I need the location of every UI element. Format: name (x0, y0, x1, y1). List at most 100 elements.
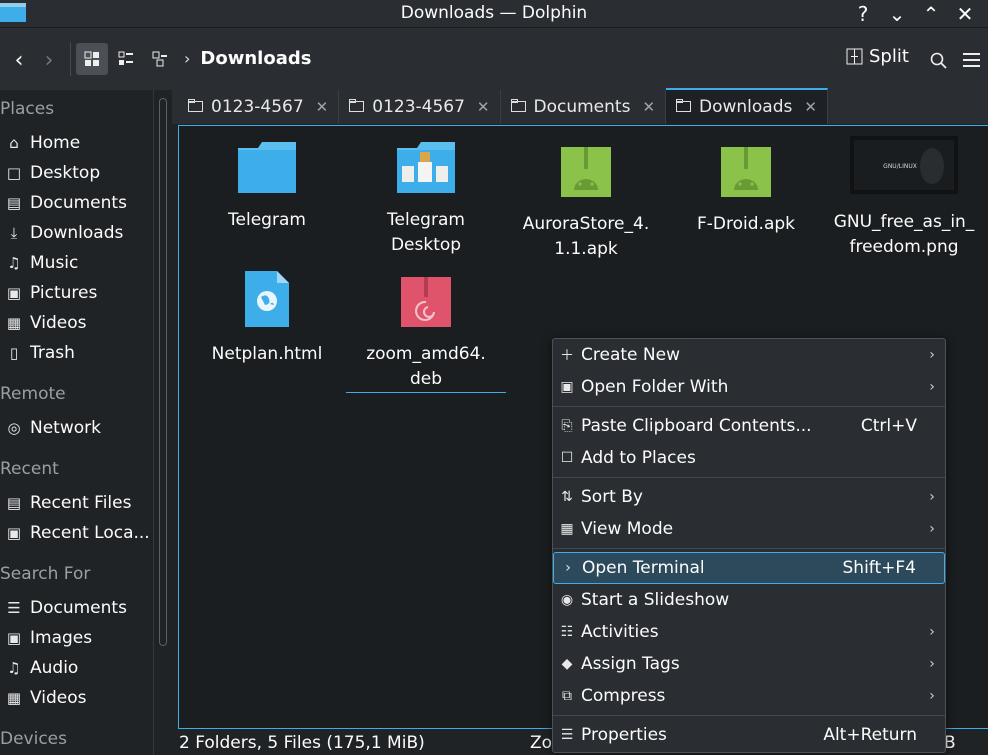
menu-item-label: Start a Slideshow (581, 590, 730, 610)
places-panel: Places ⌂ Home □ Desktop ▤ Documents ⤓ Downloads ♫… (0, 90, 170, 755)
file-item[interactable]: Telegram (187, 140, 347, 233)
folder-icon (510, 97, 526, 117)
menu-separator (553, 406, 945, 407)
sidebar-item-label: Videos (30, 688, 87, 708)
sidebar-item-pictures[interactable]: ▣ Pictures (0, 278, 97, 308)
apk-file-icon (560, 146, 612, 206)
sidebar-item-label: Audio (30, 658, 79, 678)
sidebar-item-network[interactable]: ◎ Network (0, 413, 101, 443)
sidebar-item-videos[interactable]: ▦ Videos (0, 683, 87, 713)
recent-files-icon: ▤ (6, 494, 22, 512)
tab-0123-4567[interactable]: 0123-4567 ✕ (178, 90, 340, 124)
menu-item-label: Paste Clipboard Contents... (581, 416, 812, 436)
menu-item-activities[interactable]: ☷ Activities › (553, 616, 945, 648)
tab-0123-4567[interactable]: 0123-4567 ✕ (339, 90, 501, 124)
back-icon[interactable]: ‹ (6, 46, 32, 74)
folder-icon (188, 97, 203, 117)
sidebar-item-documents[interactable]: ▤ Documents (0, 188, 127, 218)
tag-icon: ◆ (561, 656, 573, 672)
close-icon[interactable]: ✕ (948, 0, 982, 28)
search-images-icon: ▣ (6, 629, 22, 647)
file-name: AuroraStore_4. 1.1.apk (522, 214, 650, 259)
menu-item-label: Activities (581, 622, 659, 642)
split-button[interactable]: Split (846, 46, 909, 67)
breadcrumb[interactable]: › Downloads (184, 48, 311, 69)
help-icon[interactable]: ? (846, 0, 880, 28)
sidebar-item-music[interactable]: ♫ Music (0, 248, 78, 278)
sidebar-item-desktop[interactable]: □ Desktop (0, 158, 100, 188)
menu-item-properties[interactable]: ☰ Properties Alt+Return (553, 719, 945, 751)
sidebar-item-documents[interactable]: ☰ Documents (0, 593, 127, 623)
menu-item-sort-by[interactable]: ⇅ Sort By › (553, 481, 945, 513)
minimize-icon[interactable]: ⌄ (880, 0, 914, 28)
menu-item-view-mode[interactable]: ▦ View Mode › (553, 513, 945, 545)
breadcrumb-current[interactable]: Downloads (200, 48, 311, 69)
view-mode-icon: ▦ (560, 521, 574, 537)
deb-file-icon (400, 276, 452, 336)
plus-icon: ＋ (560, 348, 574, 364)
recent-locations-icon: ▣ (6, 524, 22, 542)
menu-item-open-folder-with[interactable]: ▣ Open Folder With › (553, 371, 945, 403)
menu-item-shortcut: Shift+F4 (842, 558, 916, 578)
file-item[interactable]: Netplan.html (187, 270, 347, 367)
download-icon: ⤓ (10, 224, 18, 242)
sidebar-item-home[interactable]: ⌂ Home (0, 128, 80, 158)
sidebar-item-trash[interactable]: ▯ Trash (0, 338, 75, 368)
search-icon[interactable] (926, 46, 950, 74)
tab-close-icon[interactable]: ✕ (804, 98, 817, 116)
menu-item-start-a-slideshow[interactable]: ◉ Start a Slideshow (553, 584, 945, 616)
file-item[interactable]: AuroraStore_4. 1.1.apk (506, 146, 666, 262)
sidebar-item-audio[interactable]: ♫ Audio (0, 653, 78, 683)
file-item[interactable]: zoom_amd64. deb (346, 276, 506, 393)
details-view-button[interactable] (146, 43, 174, 75)
sidebar-section-title: Recent (0, 459, 59, 479)
sidebar-item-label: Documents (30, 193, 127, 213)
maximize-icon[interactable]: ⌃ (914, 0, 948, 28)
menu-item-label: Compress (581, 686, 666, 706)
breadcrumb-chevron-icon: › (184, 49, 191, 68)
split-icon (846, 48, 863, 65)
folder-desktop-file-icon (396, 140, 456, 202)
file-item[interactable]: Telegram Desktop (346, 140, 506, 258)
sidebar-scrollbar[interactable] (159, 98, 167, 646)
videos-icon: ▦ (6, 314, 22, 332)
menu-item-add-to-places[interactable]: ☐ Add to Places (553, 442, 945, 474)
icons-view-button[interactable] (76, 43, 108, 75)
tab-downloads[interactable]: Downloads ✕ (666, 88, 828, 124)
folder-icon (676, 97, 692, 117)
menu-item-paste-clipboard-contents[interactable]: ⎘ Paste Clipboard Contents... Ctrl+V (553, 410, 945, 442)
tab-documents[interactable]: Documents ✕ (501, 90, 667, 124)
file-item[interactable]: F-Droid.apk (666, 146, 826, 237)
hamburger-menu-icon[interactable] (958, 46, 984, 74)
sidebar-item-videos[interactable]: ▦ Videos (0, 308, 87, 338)
tab-label: 0123-4567 (211, 97, 304, 117)
submenu-arrow-icon: › (929, 489, 935, 505)
tab-close-icon[interactable]: ✕ (642, 98, 655, 116)
terminal-icon: › (565, 560, 571, 576)
slideshow-icon: ◉ (560, 592, 574, 608)
compact-view-button[interactable] (112, 43, 140, 75)
sidebar-item-downloads[interactable]: ⤓ Downloads (0, 218, 124, 248)
sidebar-item-recent-files[interactable]: ▤ Recent Files (0, 488, 132, 518)
menu-item-compress[interactable]: ⧉ Compress › (553, 680, 945, 712)
submenu-arrow-icon: › (929, 347, 935, 363)
menu-item-label: Open Terminal (582, 558, 705, 578)
tab-close-icon[interactable]: ✕ (477, 98, 490, 116)
tab-close-icon[interactable]: ✕ (316, 98, 329, 116)
file-item[interactable]: GNU/LINUX GNU_free_as_in_ freedom.png (824, 136, 984, 260)
sidebar-item-images[interactable]: ▣ Images (0, 623, 92, 653)
sidebar-section-title: Places (0, 99, 55, 119)
properties-icon: ☰ (560, 727, 574, 743)
menu-item-open-terminal[interactable]: › Open Terminal Shift+F4 (553, 552, 945, 584)
activities-icon: ☷ (560, 624, 574, 640)
apk-file-icon (720, 146, 772, 206)
submenu-arrow-icon: › (929, 656, 935, 672)
folder-icon (349, 97, 365, 117)
forward-icon[interactable]: › (36, 46, 62, 74)
sidebar-item-recent-loca-[interactable]: ▣ Recent Loca... (0, 518, 150, 548)
bookmark-icon: ☐ (560, 450, 574, 466)
menu-item-assign-tags[interactable]: ◆ Assign Tags › (553, 648, 945, 680)
home-icon: ⌂ (9, 134, 19, 152)
menu-item-create-new[interactable]: ＋ Create New › (553, 339, 945, 371)
file-name: GNU_free_as_in_ freedom.png (833, 212, 975, 257)
